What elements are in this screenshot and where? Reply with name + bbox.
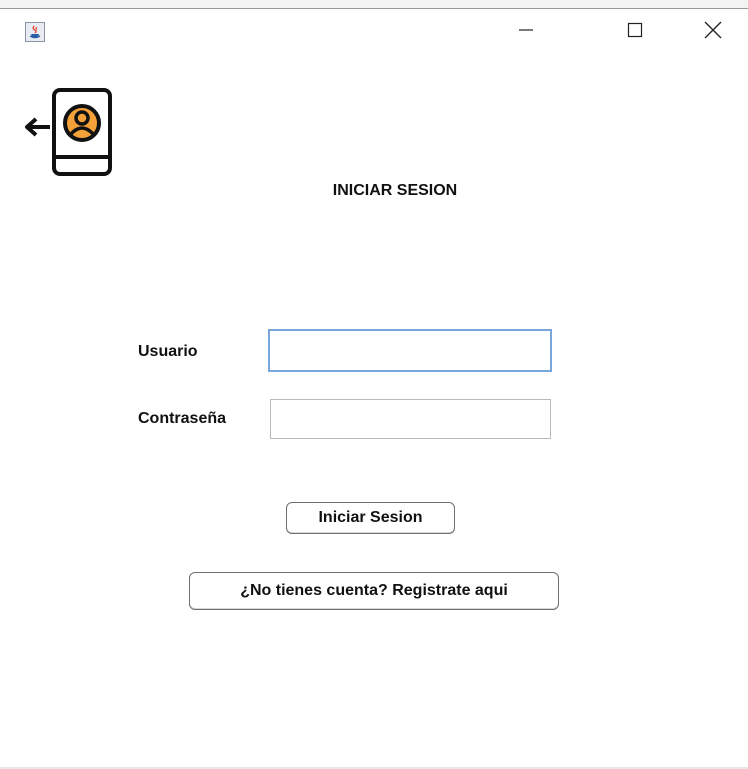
close-button[interactable]	[690, 9, 736, 55]
minimize-button[interactable]	[503, 9, 549, 55]
username-field[interactable]	[268, 329, 552, 372]
register-button[interactable]: ¿No tienes cuenta? Registrate aqui	[189, 572, 559, 610]
username-label: Usuario	[138, 343, 198, 360]
title-bar[interactable]	[0, 9, 748, 55]
back-logout-user-icon[interactable]	[22, 87, 114, 177]
java-coffee-icon	[25, 22, 45, 42]
window-top-border	[0, 0, 748, 9]
minimize-icon	[518, 22, 534, 43]
close-icon	[704, 21, 722, 44]
maximize-button[interactable]	[612, 9, 658, 55]
login-window: INICIAR SESION Usuario Contraseña Inicia…	[0, 0, 748, 769]
maximize-icon	[627, 22, 643, 43]
page-title: INICIAR SESION	[332, 182, 458, 199]
password-label: Contraseña	[138, 410, 227, 427]
login-button[interactable]: Iniciar Sesion	[286, 502, 455, 534]
password-field[interactable]	[270, 399, 551, 439]
